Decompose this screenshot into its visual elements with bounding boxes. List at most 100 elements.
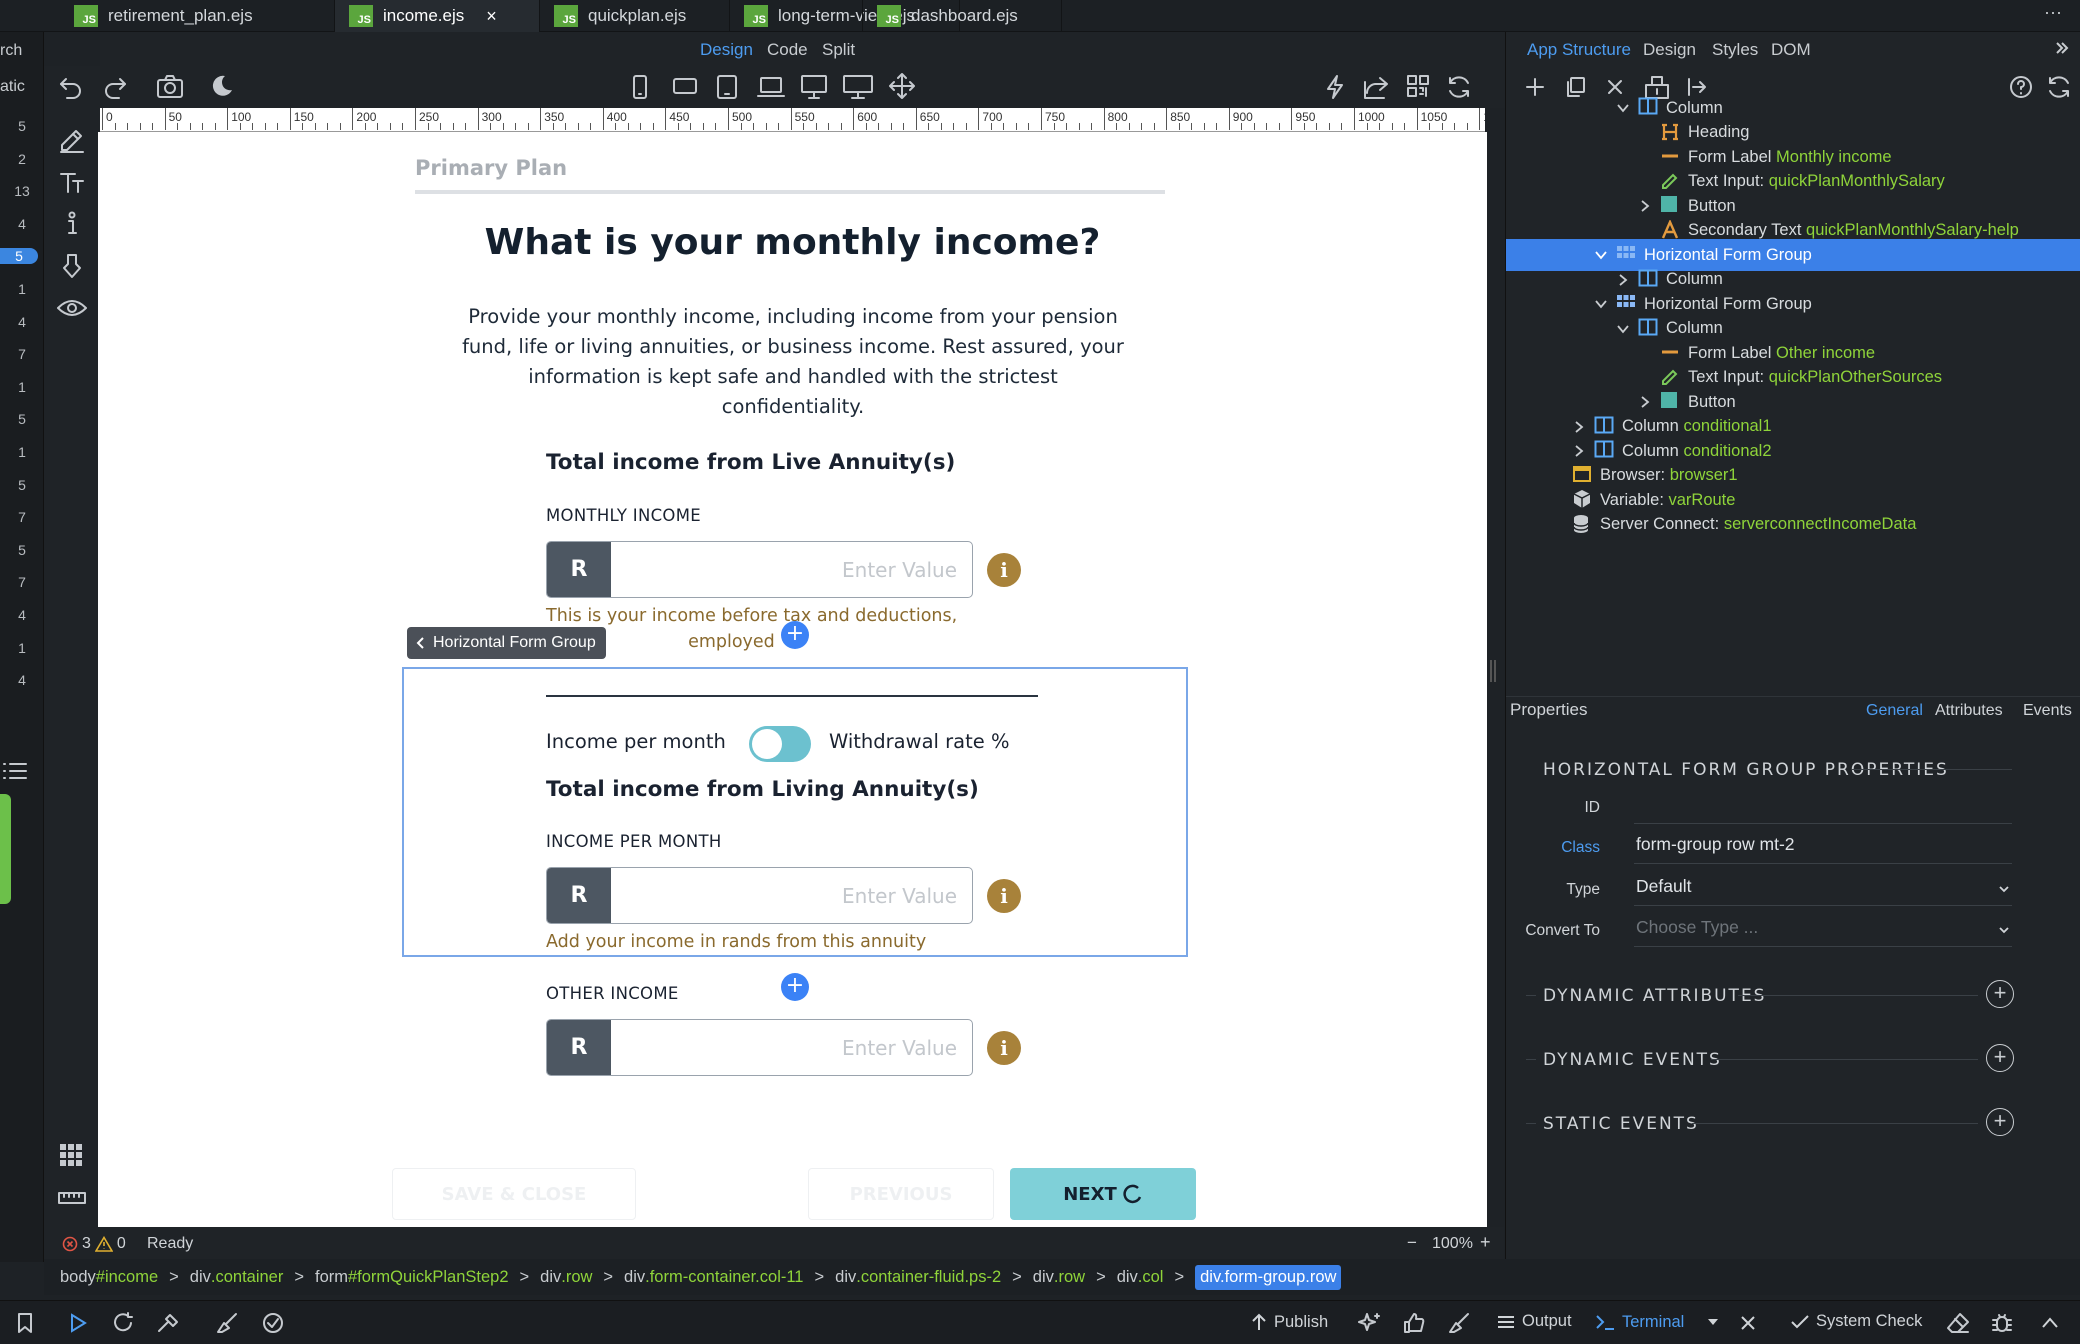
more-icon[interactable]: ··· xyxy=(2044,2,2062,23)
flash-icon[interactable] xyxy=(1324,74,1346,100)
gutter-number[interactable]: 1 xyxy=(0,281,44,297)
tab-app-structure[interactable]: App Structure xyxy=(1527,40,1631,60)
brush-icon[interactable] xyxy=(58,252,86,280)
eraser-icon[interactable] xyxy=(1946,1312,1970,1334)
gutter-number[interactable]: 2 xyxy=(0,151,44,167)
gutter-number[interactable]: 4 xyxy=(0,314,44,330)
breadcrumb-item[interactable]: div .container xyxy=(190,1268,284,1287)
qr-code-icon[interactable] xyxy=(1406,74,1430,98)
bug-icon[interactable] xyxy=(1990,1312,2014,1334)
problems-indicator[interactable]: 3 0 xyxy=(62,1235,126,1253)
gutter-number[interactable]: 4 xyxy=(0,607,44,623)
device-phone-landscape-icon[interactable] xyxy=(672,76,698,96)
sparkle-icon[interactable] xyxy=(1358,1312,1382,1334)
selection-tag[interactable]: Horizontal Form Group xyxy=(407,627,606,659)
chevron-right-icon[interactable] xyxy=(1616,273,1630,287)
dark-mode-icon[interactable] xyxy=(210,74,234,98)
info-icon[interactable]: i xyxy=(987,879,1021,913)
monthly-income-field[interactable]: R Enter Value xyxy=(546,541,973,598)
breadcrumb-item[interactable]: div .row xyxy=(1033,1268,1085,1287)
redo-icon[interactable] xyxy=(102,74,128,100)
add-element-below-icon[interactable]: + xyxy=(781,973,809,1001)
add-element-above-icon[interactable]: + xyxy=(781,621,809,649)
income-per-month-field[interactable]: R Enter Value xyxy=(546,867,973,924)
gutter-number[interactable]: 5 xyxy=(0,411,44,427)
tab-retirement-plan[interactable]: JS retirement_plan.ejs xyxy=(60,0,335,32)
breadcrumb-item[interactable]: div .form-container.col-11 xyxy=(624,1268,803,1287)
gutter-number[interactable]: 1 xyxy=(0,444,44,460)
share-icon[interactable] xyxy=(1362,74,1390,100)
zoom-in-button[interactable]: + xyxy=(1480,1232,1491,1253)
splitter-handle[interactable] xyxy=(1490,660,1496,682)
add-static-event-icon[interactable]: + xyxy=(1986,1108,2014,1136)
screenshot-icon[interactable] xyxy=(156,74,184,100)
convert-to-select[interactable]: Choose Type ... xyxy=(1634,917,2012,947)
text-icon[interactable] xyxy=(58,168,86,196)
save-close-button[interactable]: SAVE & CLOSE xyxy=(392,1168,636,1220)
brush-tool-icon[interactable] xyxy=(1446,1312,1472,1334)
collapse-panel-icon[interactable] xyxy=(2054,40,2070,56)
close-tab-icon[interactable]: × xyxy=(486,6,497,27)
gutter-number[interactable]: 5 xyxy=(0,477,44,493)
refresh-icon[interactable] xyxy=(1446,74,1472,100)
gutter-number[interactable]: 5 xyxy=(0,118,44,134)
tab-income[interactable]: JS income.ejs × xyxy=(335,0,540,32)
chevron-right-icon[interactable] xyxy=(1572,444,1586,458)
gutter-number[interactable]: 7 xyxy=(0,509,44,525)
chevron-down-icon[interactable] xyxy=(1616,322,1630,336)
id-input[interactable] xyxy=(1634,794,2012,824)
device-desktop-icon[interactable] xyxy=(800,74,828,100)
publish-button[interactable]: Publish xyxy=(1250,1312,1328,1332)
chevron-down-icon[interactable] xyxy=(1594,297,1608,311)
info-tool-icon[interactable] xyxy=(62,210,82,238)
bookmark-icon[interactable] xyxy=(16,1312,34,1334)
gutter-number[interactable]: 5 xyxy=(0,248,38,265)
prop-tab-general[interactable]: General xyxy=(1866,702,1923,720)
other-income-field[interactable]: R Enter Value xyxy=(546,1019,973,1076)
clean-icon[interactable] xyxy=(214,1312,240,1334)
output-button[interactable]: Output xyxy=(1496,1312,1572,1331)
tab-dashboard[interactable]: JS dashboard.ejs xyxy=(862,0,1062,32)
tree-node[interactable]: Server Connect: serverconnectIncomeData xyxy=(1506,509,2080,541)
chevron-right-icon[interactable] xyxy=(1638,199,1652,213)
tab-styles[interactable]: Styles xyxy=(1712,40,1758,60)
preview-eye-icon[interactable] xyxy=(56,296,88,320)
tab-dom[interactable]: DOM xyxy=(1771,40,1811,60)
info-icon[interactable]: i xyxy=(987,1031,1021,1065)
mode-split[interactable]: Split xyxy=(822,40,855,60)
mode-code[interactable]: Code xyxy=(767,40,808,60)
check-circle-icon[interactable] xyxy=(262,1312,284,1334)
build-icon[interactable] xyxy=(156,1312,180,1334)
ruler-icon[interactable] xyxy=(58,1190,86,1206)
device-widescreen-icon[interactable] xyxy=(842,74,874,100)
income-mode-toggle[interactable] xyxy=(749,726,811,762)
gutter-number[interactable]: 1 xyxy=(0,379,44,395)
gutter-number[interactable]: 4 xyxy=(0,216,44,232)
gutter-number[interactable]: 7 xyxy=(0,574,44,590)
type-select[interactable]: Default xyxy=(1634,876,2012,906)
run-icon[interactable] xyxy=(68,1312,88,1334)
prop-tab-events[interactable]: Events xyxy=(2023,702,2072,720)
chevron-down-icon[interactable] xyxy=(1616,101,1630,115)
gutter-number[interactable]: 4 xyxy=(0,672,44,688)
gutter-number[interactable]: 5 xyxy=(0,542,44,558)
breadcrumb-current[interactable]: div.form-group.row xyxy=(1195,1264,1342,1290)
class-input[interactable]: form-group row mt-2 xyxy=(1634,834,2012,864)
chevron-up-icon[interactable] xyxy=(2040,1313,2060,1333)
device-tablet-icon[interactable] xyxy=(716,74,738,100)
info-icon[interactable]: i xyxy=(987,553,1021,587)
thumbs-up-icon[interactable] xyxy=(1402,1312,1426,1334)
zoom-out-button[interactable]: − xyxy=(1407,1233,1417,1253)
edit-icon[interactable] xyxy=(58,126,86,154)
tab-design[interactable]: Design xyxy=(1643,40,1696,60)
device-laptop-icon[interactable] xyxy=(756,74,786,100)
tab-quickplan[interactable]: JS quickplan.ejs xyxy=(540,0,730,32)
gutter-number[interactable]: 7 xyxy=(0,346,44,362)
previous-button[interactable]: PREVIOUS xyxy=(808,1168,994,1220)
design-canvas[interactable]: Primary Plan What is your monthly income… xyxy=(98,132,1487,1227)
gutter-number[interactable]: 13 xyxy=(0,183,44,199)
reload-icon[interactable] xyxy=(112,1312,134,1334)
full-width-icon[interactable] xyxy=(888,72,916,100)
prop-tab-attributes[interactable]: Attributes xyxy=(1935,702,2003,720)
breadcrumb-item[interactable]: div .row xyxy=(540,1268,592,1287)
